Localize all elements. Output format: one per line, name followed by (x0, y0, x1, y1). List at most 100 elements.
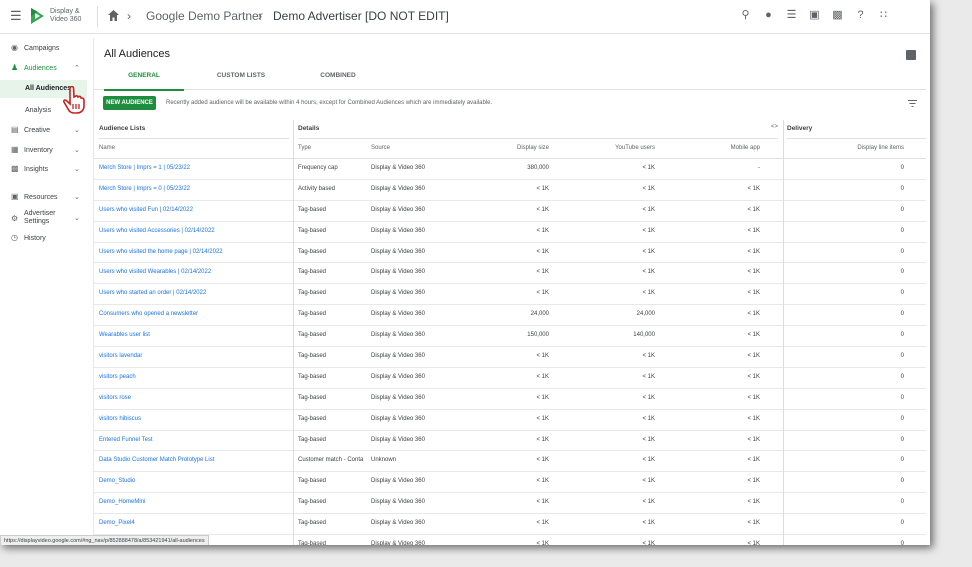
audience-source: Display & Video 360 (371, 206, 425, 213)
chevron-up-icon[interactable]: ⌃ (74, 64, 80, 72)
table-row[interactable]: Entered Funnel Test Tag-based Display & Vi… (94, 431, 926, 452)
col-youtube-users[interactable]: YouTube users (574, 139, 655, 158)
sidebar-item-resources[interactable]: ▣ Resources ⌄ (0, 189, 87, 207)
sidebar-item-campaigns[interactable]: ◉ Campaigns (0, 40, 87, 58)
collapse-details-icon[interactable]: <> (771, 124, 778, 130)
filter-icon[interactable] (908, 99, 917, 108)
audience-name-link[interactable]: Merch Store | Imprs = 0 | 05/23/22 (99, 180, 289, 200)
tab-custom-lists[interactable]: CUSTOM LISTS (201, 72, 281, 89)
table-row[interactable]: Data Studio Customer Match Prototype Lis… (94, 451, 926, 473)
audience-name-link[interactable]: Entered Funnel Test (99, 431, 289, 451)
audience-name-link[interactable]: Merch Store | Imprs = 1 | 05/23/22 (99, 159, 289, 179)
audience-name-link[interactable]: Demo_Studio (99, 472, 289, 492)
dv360-logo-icon[interactable] (29, 7, 45, 25)
chevron-down-icon[interactable]: ⌄ (74, 146, 80, 154)
audience-name-link[interactable]: Users who visited Fun | 02/14/2022 (99, 201, 289, 221)
display-line-items-value: 0 (900, 415, 904, 422)
table-row[interactable]: visitors peach Tag-based Display & Video 3… (94, 368, 926, 389)
sidebar-item-inventory[interactable]: ▦ Inventory ⌄ (0, 142, 87, 160)
table-row[interactable]: Demo_ShurdTag-basedDisplay & Video 360< … (94, 535, 926, 545)
audience-type: Tag-based (298, 248, 327, 255)
table-row[interactable]: Demo_Studio Tag-based Display & Video 360 <… (94, 472, 926, 494)
tab-combined[interactable]: COMBINED (298, 72, 378, 89)
youtube-users-value: < 1K (642, 478, 655, 485)
table-row[interactable]: Users who visited Wearables | 02/14/2022… (94, 263, 926, 285)
audience-type: Tag-based (298, 206, 327, 213)
chevron-down-icon[interactable]: ⌄ (74, 193, 80, 201)
search-icon[interactable]: ⚲ (739, 9, 752, 22)
col-mobile-app[interactable]: Mobile app (679, 139, 760, 158)
chat-icon[interactable]: ▣ (808, 9, 821, 22)
audience-name-link[interactable]: Data Studio Customer Match Prototype Lis… (99, 451, 289, 471)
mobile-app-value: < 1K (747, 373, 760, 380)
table-row[interactable]: Users who started an order | 02/14/2022 T… (94, 284, 926, 306)
audience-name-link[interactable]: Demo_HomeMini (99, 493, 289, 513)
display-size-value: < 1K (536, 457, 549, 464)
audience-name-link[interactable]: Users who started an order | 02/14/2022 (99, 284, 289, 304)
sidebar-item-audiences[interactable]: ♟ Audiences ⌃ (0, 60, 87, 78)
home-icon[interactable] (107, 9, 120, 22)
table-row[interactable]: visitors rose Tag-based Display & Video 36… (94, 389, 926, 410)
audience-name-link[interactable]: visitors hibiscus (99, 410, 289, 430)
help-icon[interactable]: ? (854, 9, 867, 22)
chevron-right-icon: › (258, 9, 262, 23)
sidebar-item-history[interactable]: ◷ History (0, 230, 87, 248)
table-row[interactable]: visitors hibiscus Tag-based Display & Vide… (94, 410, 926, 431)
table-row[interactable]: Merch Store | Imprs = 0 | 05/23/22 Activi… (94, 180, 926, 201)
sidebar-item-label: Inventory (24, 147, 53, 154)
menu-icon[interactable]: ☰ (10, 9, 22, 22)
audience-name-link[interactable]: Users who visited Wearables | 02/14/2022 (99, 263, 289, 283)
audience-name-link[interactable]: Wearables user list (99, 326, 289, 346)
display-line-items-value: 0 (900, 457, 904, 464)
audience-name-link[interactable]: Consumers who opened a newsletter (99, 305, 289, 325)
audience-name-link[interactable]: Demo_Pixel4 (99, 514, 289, 534)
col-display-line-items[interactable]: Display line items (794, 139, 904, 158)
audience-name-link[interactable]: visitors peach (99, 368, 289, 388)
group-details: Details (298, 120, 778, 139)
table-row[interactable]: Merch Store | Imprs = 1 | 05/23/22 Freque… (94, 159, 926, 180)
insights-icon: ▩ (11, 164, 19, 173)
display-line-items-value: 0 (900, 478, 904, 485)
table-row[interactable]: Users who visited the home page | 02/14/… (94, 243, 926, 264)
table-row[interactable]: Wearables user list Tag-based Display & Vi… (94, 326, 926, 348)
inventory-icon: ▦ (11, 145, 19, 154)
table-row[interactable]: Users who visited Fun | 02/14/2022 Tag-ba… (94, 201, 926, 222)
table-row[interactable]: Users who visited Accessories | 02/14/20… (94, 222, 926, 243)
audience-name-link[interactable]: visitors lavendar (99, 347, 289, 367)
table-row[interactable]: Demo_HomeMini Tag-based Display & Video 36… (94, 493, 926, 515)
mobile-app-value: < 1K (747, 499, 760, 506)
apps-grid-icon[interactable]: ∷ (877, 9, 890, 22)
notifications-icon[interactable]: ● (762, 9, 775, 22)
chevron-down-icon[interactable]: ⌄ (74, 165, 80, 173)
sidebar-item-insights[interactable]: ▩ Insights ⌄ (0, 161, 87, 179)
youtube-users-value: 140,000 (633, 332, 655, 339)
breadcrumb-advertiser[interactable]: Demo Advertiser [DO NOT EDIT] (273, 9, 449, 23)
audiences-icon: ♟ (11, 63, 19, 72)
sidebar-item-advertiser-settings[interactable]: ⚙ Advertiser Settings ⌄ (0, 208, 87, 230)
youtube-users-value: < 1K (642, 457, 655, 464)
audience-name-link[interactable]: visitors rose (99, 389, 289, 409)
feedback-icon[interactable] (906, 50, 916, 60)
tasks-icon[interactable]: ☰ (785, 9, 798, 22)
table-row[interactable]: visitors lavendar Tag-based Display & Vide… (94, 347, 926, 368)
display-size-value: < 1K (536, 541, 549, 545)
tab-general[interactable]: GENERAL (104, 72, 184, 91)
breadcrumb-partner[interactable]: Google Demo Partner (146, 9, 263, 23)
chevron-down-icon[interactable]: ⌄ (74, 214, 80, 222)
audience-name-link[interactable]: Users who visited the home page | 02/14/… (99, 243, 289, 263)
sidebar-item-creative[interactable]: ▤ Creative ⌄ (0, 122, 87, 140)
audience-name-link[interactable]: Users who visited Accessories | 02/14/20… (99, 222, 289, 242)
col-type[interactable]: Type (298, 139, 366, 158)
col-source[interactable]: Source (371, 139, 491, 158)
table-row[interactable]: Demo_Pixel4 Tag-based Display & Video 360 <… (94, 514, 926, 536)
col-display-size[interactable]: Display size (474, 139, 549, 158)
audience-source: Display & Video 360 (371, 332, 425, 339)
audience-source: Unknown (371, 457, 397, 464)
chevron-down-icon[interactable]: ⌄ (74, 126, 80, 134)
display-size-value: < 1K (536, 269, 549, 276)
display-size-value: < 1K (536, 227, 549, 234)
table-row[interactable]: Consumers who opened a newsletter Tag-bas… (94, 305, 926, 327)
reports-icon[interactable]: ▩ (831, 9, 844, 22)
new-audience-button[interactable]: NEW AUDIENCE (103, 96, 156, 110)
col-name[interactable]: Name (99, 139, 289, 158)
